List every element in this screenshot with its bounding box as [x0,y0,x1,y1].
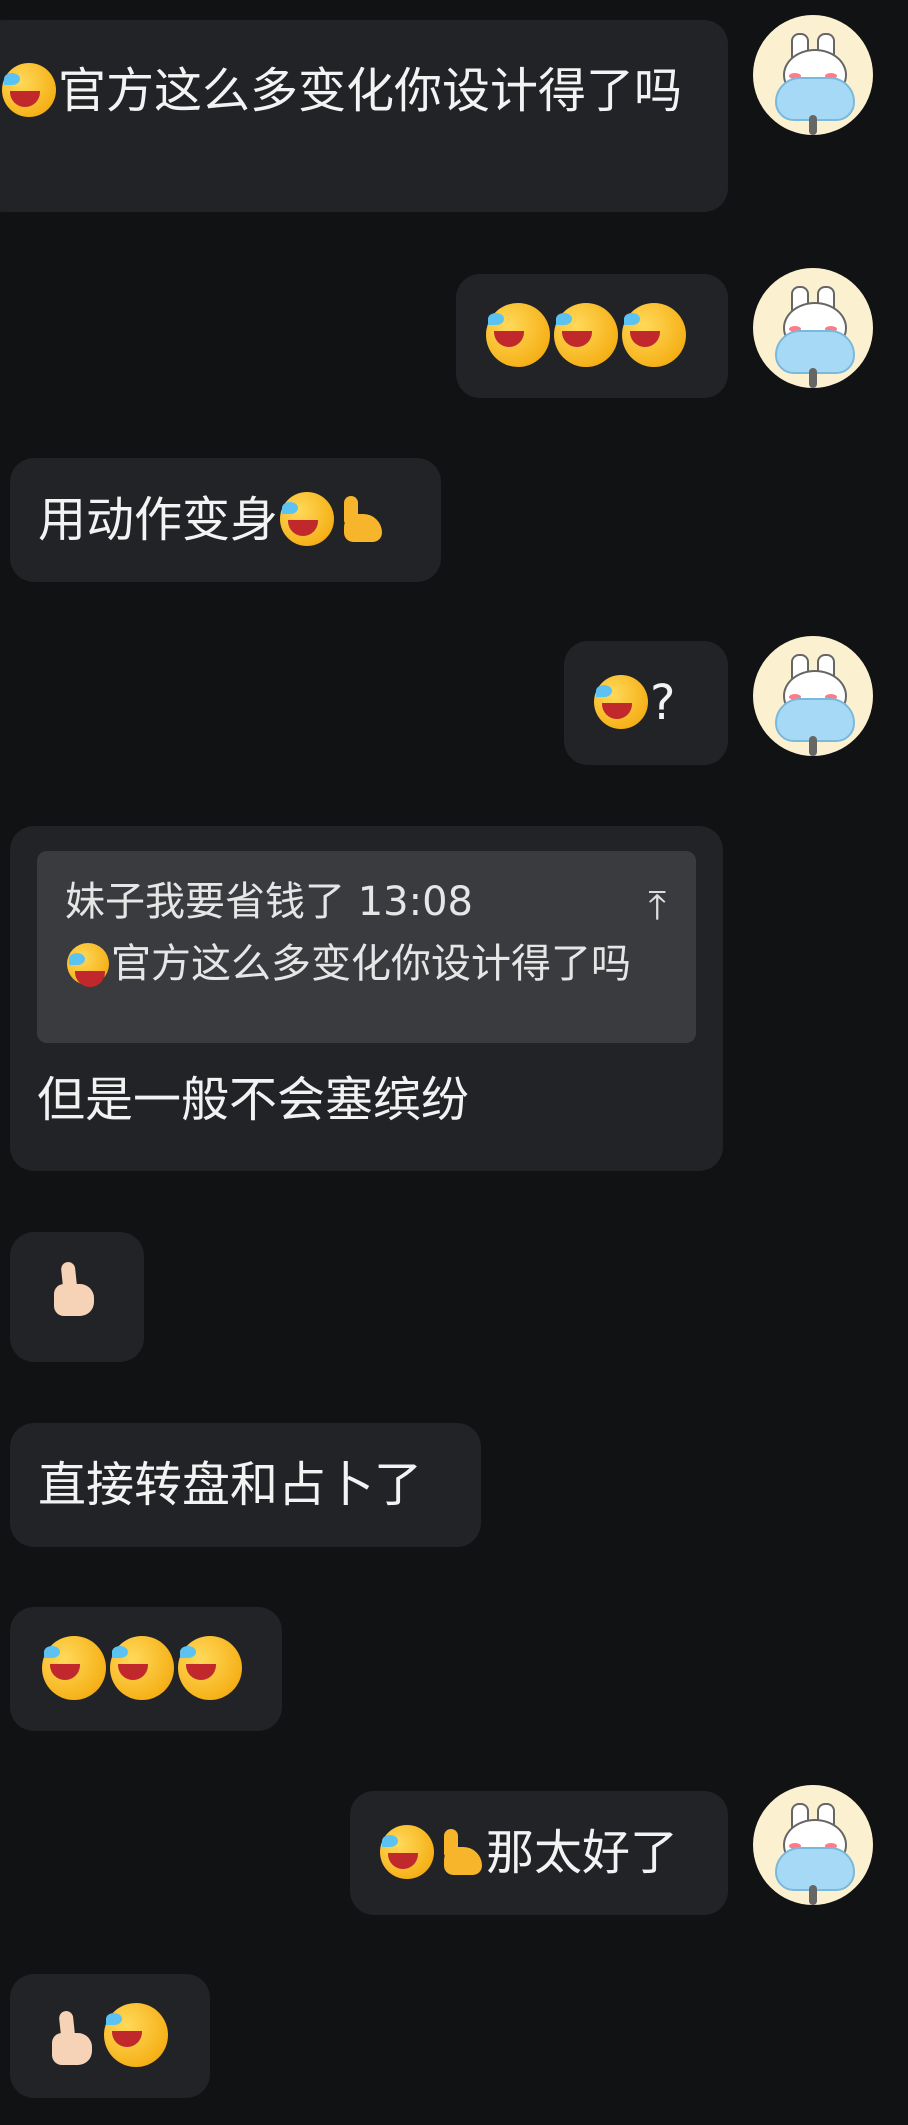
avatar-stick-icon [809,115,817,135]
avatar-fluff-icon [775,1847,855,1891]
quoted-text: 官方这么多变化你设计得了吗 [65,933,668,995]
message-bubble[interactable]: 直接转盘和占卜了 [10,1423,481,1547]
avatar[interactable] [753,15,873,135]
flexed-biceps-emoji-icon [338,494,384,546]
message-text: 那太好了 [486,1825,679,1881]
crying-laughing-emoji-icon [554,303,618,367]
avatar-fluff-icon [775,77,855,121]
message-bubble[interactable] [456,274,728,398]
message-bubble[interactable]: ? [564,641,728,765]
flexed-biceps-emoji-icon [438,1827,484,1879]
message-text: 用动作变身 [38,492,279,548]
message-bubble[interactable]: 那太好了 [350,1791,728,1915]
crying-laughing-emoji-icon [380,1825,434,1879]
avatar[interactable] [753,636,873,756]
crying-laughing-emoji-icon [622,303,686,367]
crying-laughing-emoji-icon [2,63,56,117]
avatar[interactable] [753,268,873,388]
message-bubble[interactable]: 用动作变身 [10,458,441,582]
message-bubble-with-quote[interactable]: 妹子我要省钱了 13:08 官方这么多变化你设计得了吗 ⤒ 但是一般不会塞缤纷 [10,826,723,1171]
thumbs-up-emoji-icon [44,1260,110,1326]
message-text: ? [650,675,676,731]
avatar-fluff-icon [775,698,855,742]
crying-laughing-emoji-icon [280,492,335,546]
quoted-message[interactable]: 妹子我要省钱了 13:08 官方这么多变化你设计得了吗 ⤒ [37,851,696,1043]
crying-laughing-emoji-icon [67,943,109,987]
message-text: 官方这么多变化你设计得了吗 [58,63,683,119]
message-bubble[interactable]: 官方这么多变化你设计得了吗 [0,20,728,212]
jump-to-top-icon[interactable]: ⤒ [648,875,666,937]
crying-laughing-emoji-icon [110,1636,174,1700]
message-bubble[interactable] [10,1607,282,1731]
crying-laughing-emoji-icon [104,2003,168,2067]
crying-laughing-emoji-icon [178,1636,242,1700]
crying-laughing-emoji-icon [42,1636,106,1700]
message-text: 直接转盘和占卜了 [38,1457,423,1513]
avatar-stick-icon [809,368,817,388]
crying-laughing-emoji-icon [594,675,648,729]
avatar-stick-icon [809,736,817,756]
message-bubble[interactable] [10,1232,144,1362]
avatar-fluff-icon [775,330,855,374]
thumbs-up-emoji-icon [42,2009,100,2067]
quoted-author-and-time: 妹子我要省钱了 13:08 [65,879,473,925]
avatar[interactable] [753,1785,873,1905]
message-bubble[interactable] [10,1974,210,2098]
message-text: 但是一般不会塞缤纷 [37,1072,470,1128]
avatar-stick-icon [809,1885,817,1905]
crying-laughing-emoji-icon [486,303,550,367]
